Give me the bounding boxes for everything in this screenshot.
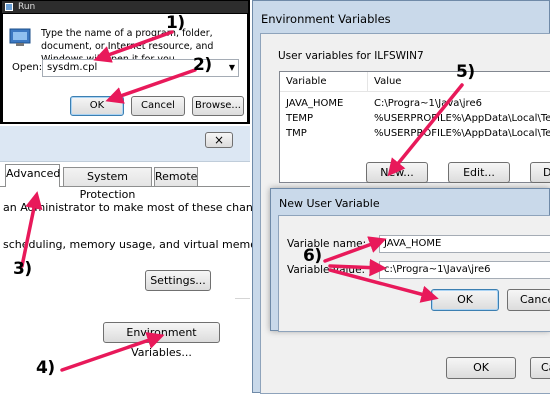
new-user-variable-body: Variable name: JAVA_HOME Variable value:… — [278, 215, 550, 332]
row-variable: TEMP — [286, 113, 314, 124]
system-properties-window: × Advanced System Protection Remote an A… — [0, 126, 276, 393]
column-variable[interactable]: Variable — [286, 76, 327, 87]
run-browse-button[interactable]: Browse... — [192, 96, 244, 116]
admin-notice-text: an Administrator to make most of these c… — [3, 201, 276, 214]
tab-system-protection[interactable]: System Protection — [63, 167, 152, 201]
environment-cancel-button[interactable]: Ca — [530, 357, 550, 379]
callout-2: 2) — [193, 55, 212, 75]
user-variables-label: User variables for ILFSWIN7 — [278, 50, 424, 62]
variable-name-input[interactable]: JAVA_HOME — [379, 235, 550, 253]
variable-value-input[interactable]: c:\Progra~1\Java\jre6 — [379, 261, 550, 279]
tab-remote[interactable]: Remote — [154, 167, 198, 186]
new-variable-cancel-button[interactable]: Cance — [507, 289, 550, 311]
run-open-value: sysdm.cpl — [47, 62, 98, 73]
column-value[interactable]: Value — [374, 76, 401, 87]
callout-4: 4) — [36, 358, 55, 378]
row-value: %USERPROFILE%\AppData\Local\Temp — [374, 128, 550, 139]
table-row[interactable]: TEMP %USERPROFILE%\AppData\Local\Temp — [280, 113, 550, 127]
group-divider — [235, 298, 250, 299]
environment-ok-button[interactable]: OK — [446, 357, 516, 379]
table-row[interactable]: TMP %USERPROFILE%\AppData\Local\Temp — [280, 128, 550, 142]
row-value: %USERPROFILE%\AppData\Local\Temp — [374, 113, 550, 124]
run-ok-button[interactable]: OK — [70, 96, 124, 116]
close-icon: × — [213, 133, 225, 147]
callout-1: 1) — [166, 13, 185, 33]
performance-description: scheduling, memory usage, and virtual me… — [3, 238, 268, 251]
run-dialog: Run Type the name of a program, folder, … — [0, 0, 250, 124]
variable-name-label: Variable name: — [287, 238, 367, 250]
system-properties-close-button[interactable]: × — [205, 132, 233, 148]
run-open-label: Open: — [12, 62, 43, 73]
table-row[interactable]: JAVA_HOME C:\Progra~1\Java\jre6 — [280, 98, 550, 112]
callout-3: 3) — [13, 259, 32, 279]
new-user-variable-title: New User Variable — [279, 197, 380, 210]
column-divider — [367, 72, 368, 92]
environment-variables-button[interactable]: Environment Variables... — [103, 322, 220, 359]
run-app-icon — [5, 3, 13, 11]
variable-value-value: c:\Progra~1\Java\jre6 — [384, 264, 491, 275]
environment-variables-title: Environment Variables — [261, 12, 391, 26]
delete-variable-button[interactable]: Delet — [530, 162, 550, 183]
row-variable: TMP — [286, 128, 307, 139]
callout-6: 6) — [303, 246, 322, 266]
row-variable: JAVA_HOME — [286, 98, 344, 109]
new-variable-ok-button[interactable]: OK — [431, 289, 499, 311]
row-value: C:\Progra~1\Java\jre6 — [374, 98, 482, 109]
run-program-icon — [9, 27, 33, 47]
edit-variable-button[interactable]: Edit... — [448, 162, 510, 183]
variable-value-label: Variable value: — [287, 264, 366, 276]
tab-advanced[interactable]: Advanced — [5, 164, 60, 187]
run-cancel-button[interactable]: Cancel — [131, 96, 185, 116]
run-title: Run — [18, 2, 36, 12]
list-header: Variable Value — [280, 72, 550, 92]
run-title-bar: Run — [2, 1, 248, 13]
new-variable-button[interactable]: New... — [366, 162, 428, 183]
callout-5: 5) — [456, 62, 475, 82]
chevron-down-icon[interactable]: ▼ — [229, 60, 235, 76]
performance-settings-button[interactable]: Settings... — [145, 270, 211, 291]
variable-name-value: JAVA_HOME — [384, 238, 442, 249]
